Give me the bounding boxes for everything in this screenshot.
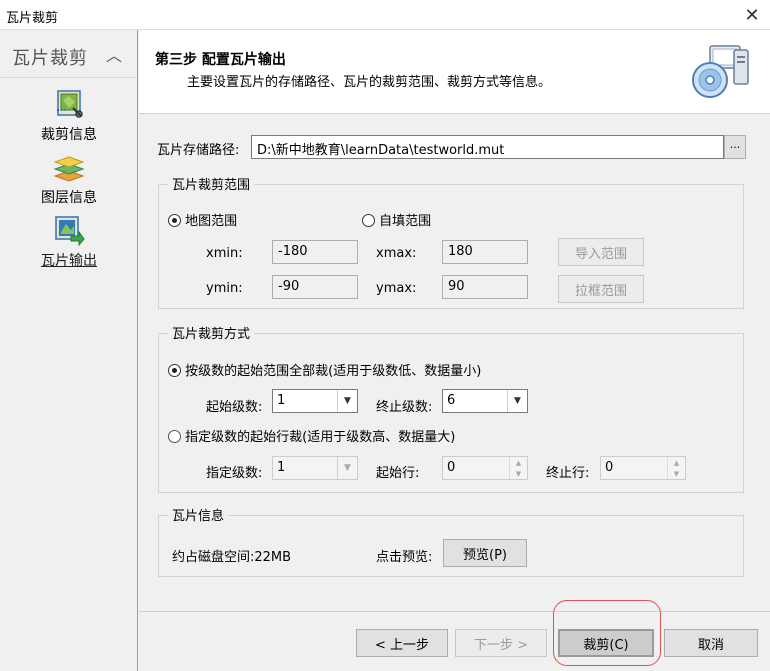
- ymax-label: ymax:: [376, 281, 417, 296]
- prev-step-button[interactable]: < 上一步: [356, 629, 448, 657]
- path-label: 瓦片存储路径:: [157, 143, 240, 158]
- start-row-value: 0: [447, 460, 456, 475]
- nav-item-layer-info[interactable]: 图层信息: [0, 151, 138, 207]
- nav-header[interactable]: 瓦片裁剪 ︿: [0, 30, 137, 78]
- specified-level-label: 指定级数:: [206, 466, 263, 481]
- end-row-stepper[interactable]: 0 ▲ ▼: [600, 456, 686, 480]
- full-range-label: 按级数的起始范围全部裁(适用于级数低、数据量小): [185, 364, 482, 379]
- custom-extent-radio[interactable]: [362, 214, 375, 227]
- computer-disc-icon: [692, 45, 749, 98]
- tile-export-icon: [55, 216, 85, 246]
- map-extent-label: 地图范围: [185, 214, 238, 229]
- nav-title: 瓦片裁剪: [12, 48, 88, 69]
- cancel-button[interactable]: 取消: [664, 629, 758, 657]
- custom-extent-option[interactable]: 自填范围: [362, 210, 431, 229]
- step-title: 第三步 配置瓦片输出: [155, 52, 286, 68]
- browse-button[interactable]: ···: [724, 135, 746, 159]
- end-row-value: 0: [605, 460, 614, 475]
- full-range-radio[interactable]: [168, 364, 181, 377]
- nav-item-label: 瓦片输出: [41, 253, 97, 269]
- chevron-down-icon[interactable]: ▼: [337, 390, 357, 412]
- path-input[interactable]: D:\新中地教育\learnData\testworld.mut: [251, 135, 724, 159]
- end-level-label: 终止级数:: [376, 400, 433, 415]
- import-extent-button[interactable]: 导入范围: [558, 238, 644, 266]
- ymin-field[interactable]: -90: [272, 275, 358, 299]
- end-row-label: 终止行:: [546, 466, 590, 481]
- chevron-down-icon[interactable]: ▼: [337, 457, 357, 479]
- chevron-down-icon[interactable]: ▼: [510, 468, 527, 479]
- tile-info-group-title: 瓦片信息: [168, 505, 229, 524]
- chevron-down-icon[interactable]: ▼: [507, 390, 527, 412]
- drag-extent-button[interactable]: 拉框范围: [558, 275, 644, 303]
- layers-icon: [53, 156, 85, 182]
- close-icon: ✕: [744, 4, 760, 26]
- nav-item-crop-info[interactable]: 裁剪信息: [0, 88, 138, 144]
- start-level-value: 1: [277, 393, 286, 408]
- chevron-up-icon[interactable]: ▲: [510, 457, 527, 468]
- extent-group-title: 瓦片裁剪范围: [168, 174, 255, 193]
- xmin-field[interactable]: -180: [272, 240, 358, 264]
- close-button[interactable]: ✕: [734, 0, 770, 30]
- mode-option-full-range[interactable]: 按级数的起始范围全部裁(适用于级数低、数据量小): [168, 360, 481, 379]
- chevron-up-icon[interactable]: ▲: [668, 457, 685, 468]
- row-range-radio[interactable]: [168, 430, 181, 443]
- chevron-down-icon[interactable]: ▼: [668, 468, 685, 479]
- xmax-field[interactable]: 180: [442, 240, 528, 264]
- start-level-select[interactable]: 1 ▼: [272, 389, 358, 413]
- map-extent-radio[interactable]: [168, 214, 181, 227]
- step-header: 第三步 配置瓦片输出 主要设置瓦片的存储路径、瓦片的裁剪范围、裁剪方式等信息。: [139, 30, 770, 114]
- specified-level-select[interactable]: 1 ▼: [272, 456, 358, 480]
- start-row-label: 起始行:: [376, 466, 420, 481]
- row-range-label: 指定级数的起始行裁(适用于级数高、数据量大): [185, 430, 456, 445]
- crop-button-highlight: [553, 600, 661, 666]
- preview-button[interactable]: 预览(P): [443, 539, 527, 567]
- crop-mode-group-title: 瓦片裁剪方式: [168, 323, 255, 342]
- title-bar: 瓦片裁剪 ✕: [0, 0, 770, 30]
- preview-prompt: 点击预览:: [376, 550, 433, 565]
- nav-item-label: 图层信息: [41, 190, 97, 206]
- step-subtitle: 主要设置瓦片的存储路径、瓦片的裁剪范围、裁剪方式等信息。: [187, 75, 552, 90]
- disk-space-text: 约占磁盘空间:22MB: [172, 550, 292, 565]
- map-extent-option[interactable]: 地图范围: [168, 210, 237, 229]
- xmax-label: xmax:: [376, 246, 417, 261]
- specified-level-value: 1: [277, 460, 286, 475]
- mode-option-row-range[interactable]: 指定级数的起始行裁(适用于级数高、数据量大): [168, 426, 455, 445]
- wizard-nav-panel: 瓦片裁剪 ︿ 裁剪信息 图层信息 瓦片输出: [0, 30, 138, 671]
- nav-item-label: 裁剪信息: [41, 127, 97, 143]
- chevron-up-icon[interactable]: ︿: [106, 42, 122, 66]
- custom-extent-label: 自填范围: [379, 214, 432, 229]
- window-title: 瓦片裁剪: [6, 11, 59, 26]
- footer-divider: [139, 611, 770, 612]
- end-level-select[interactable]: 6 ▼: [442, 389, 528, 413]
- ymax-field[interactable]: 90: [442, 275, 528, 299]
- end-level-value: 6: [447, 393, 456, 408]
- next-step-button[interactable]: 下一步 >: [455, 629, 547, 657]
- xmin-label: xmin:: [206, 246, 243, 261]
- start-level-label: 起始级数:: [206, 400, 263, 415]
- ymin-label: ymin:: [206, 281, 243, 296]
- start-row-stepper[interactable]: 0 ▲ ▼: [442, 456, 528, 480]
- crop-map-icon: [57, 90, 83, 118]
- nav-item-tile-output[interactable]: 瓦片输出: [0, 214, 138, 270]
